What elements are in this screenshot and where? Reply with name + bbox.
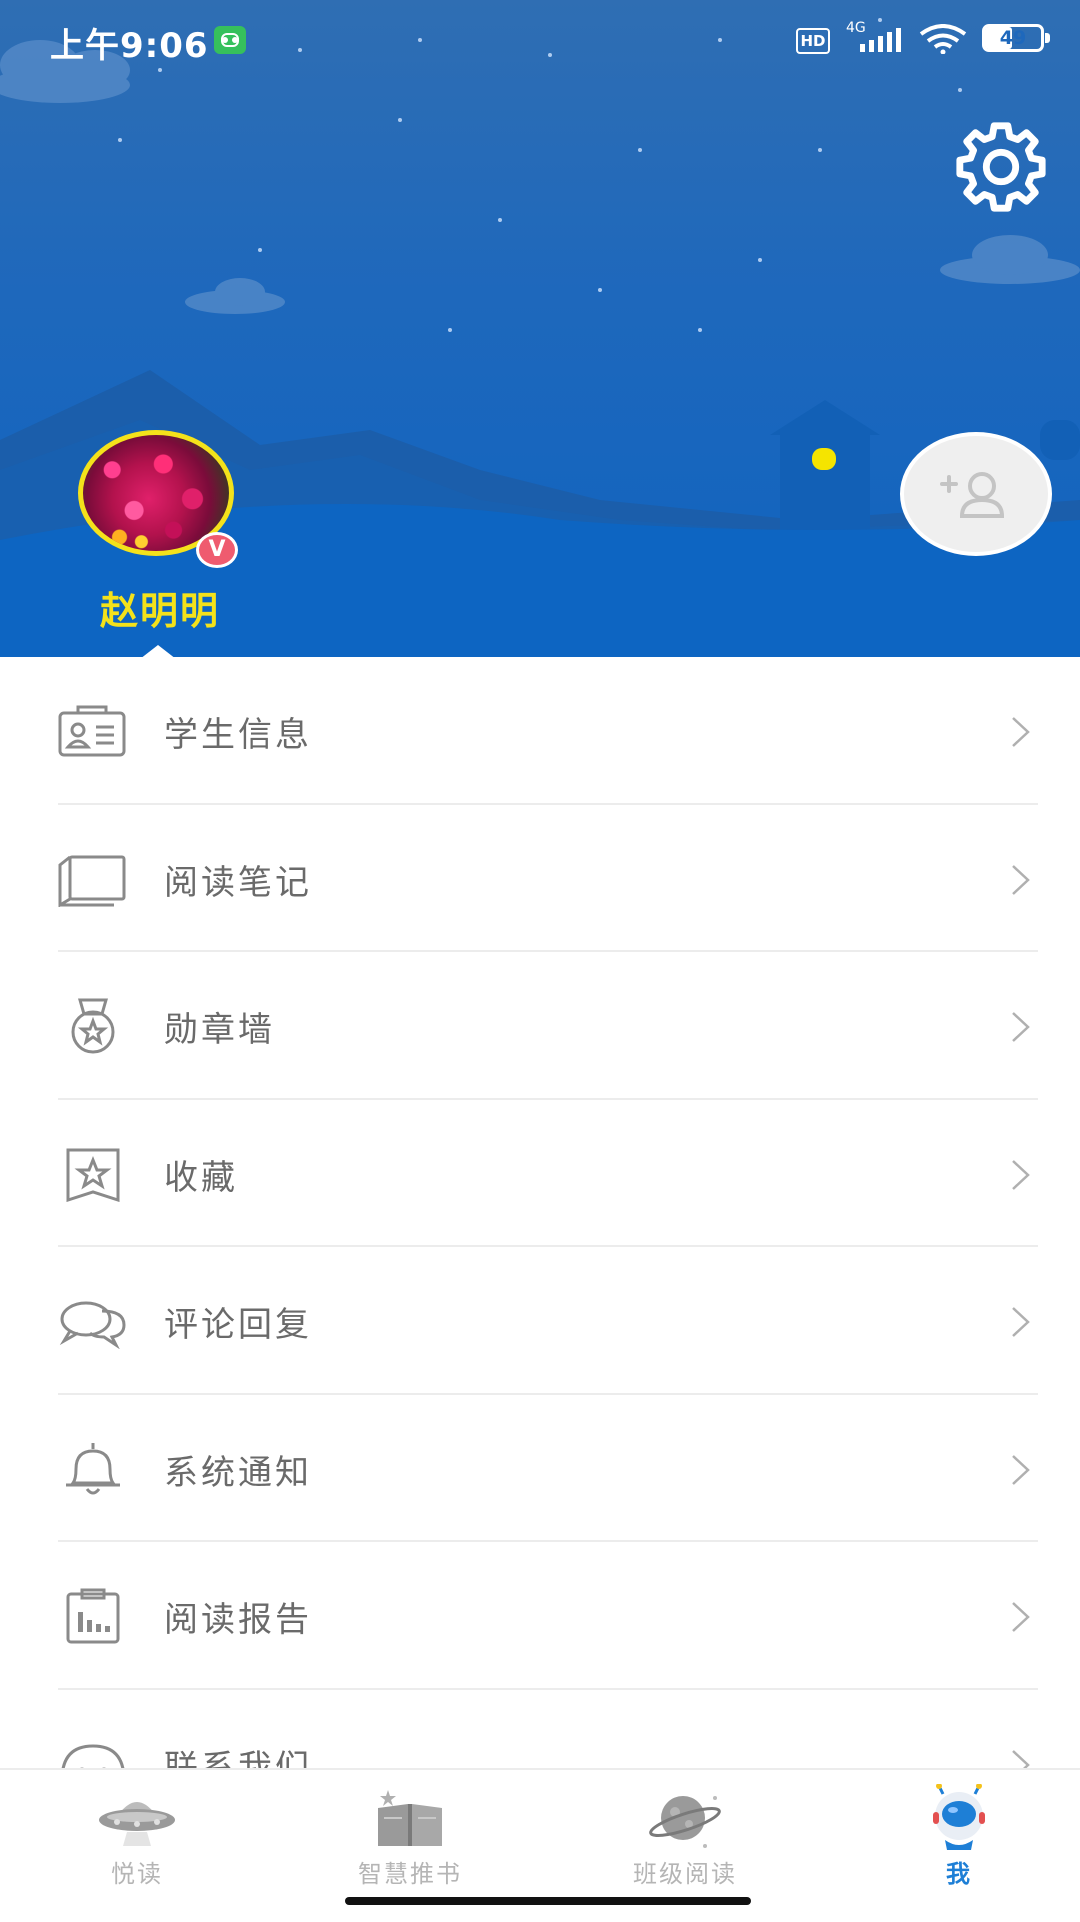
chevron-right-icon <box>1012 864 1030 895</box>
tab-yuedu[interactable]: 悦读 <box>27 1770 247 1920</box>
tab-label: 悦读 <box>111 1860 163 1888</box>
chat-bubbles-icon <box>59 1301 126 1349</box>
menu-label: 勋章墙 <box>164 1010 275 1050</box>
tab-label: 班级阅读 <box>633 1860 737 1888</box>
wifi-icon <box>919 24 967 54</box>
menu-item-reading-report[interactable]: 阅读报告 <box>0 1542 1080 1690</box>
bell-icon <box>66 1442 120 1494</box>
menu-item-student-info[interactable]: 学生信息 <box>0 657 1080 805</box>
medal-icon <box>71 998 115 1054</box>
astronaut-icon <box>933 1784 985 1850</box>
tab-me[interactable]: 我 <box>849 1770 1069 1920</box>
status-bar: 上午9:06 HD 4G 49 <box>0 0 1080 80</box>
menu-item-favorites[interactable]: 收藏 <box>0 1100 1080 1247</box>
add-user-icon <box>940 472 1005 518</box>
menu-label: 学生信息 <box>164 715 312 755</box>
chevron-right-icon <box>1012 1602 1030 1632</box>
battery-icon: 49 <box>982 24 1050 52</box>
menu-label: 阅读报告 <box>164 1600 312 1640</box>
ufo-icon <box>99 1802 175 1846</box>
app-notification-icon <box>214 26 246 54</box>
status-time: 上午9:06 <box>50 26 209 66</box>
menu-label: 评论回复 <box>164 1305 312 1345</box>
id-card-icon <box>58 705 126 757</box>
profile-header: 上午9:06 HD 4G 49 V 赵明明 <box>0 0 1080 657</box>
menu-item-system-notifications[interactable]: 系统通知 <box>0 1395 1080 1542</box>
home-indicator[interactable] <box>345 1897 751 1905</box>
menu-list: 学生信息 阅读笔记 勋章墙 收藏 评论回复 系统通知 阅读报告 <box>0 657 1080 1837</box>
battery-level-text: 49 <box>999 27 1027 49</box>
report-chart-icon <box>66 1588 120 1644</box>
planet-icon <box>649 1796 721 1848</box>
menu-label: 收藏 <box>164 1157 238 1198</box>
settings-gear-icon[interactable] <box>952 118 1050 216</box>
menu-label: 系统通知 <box>164 1452 312 1493</box>
chevron-right-icon <box>1012 1454 1030 1485</box>
menu-item-reading-notes[interactable]: 阅读笔记 <box>0 805 1080 952</box>
chevron-right-icon <box>1012 1307 1030 1337</box>
star-bookmark-icon <box>66 1148 120 1202</box>
vip-badge: V <box>196 532 238 568</box>
open-book-icon <box>378 1790 442 1846</box>
night-scene-background <box>0 18 1080 657</box>
menu-label: 阅读笔记 <box>164 862 312 903</box>
add-friend-button[interactable] <box>900 432 1052 556</box>
menu-item-medal-wall[interactable]: 勋章墙 <box>0 952 1080 1100</box>
user-name: 赵明明 <box>99 589 220 633</box>
chevron-right-icon <box>1012 1012 1030 1042</box>
chevron-right-icon <box>1012 717 1030 747</box>
tab-label: 智慧推书 <box>358 1860 462 1888</box>
signal-strength-icon <box>860 28 901 52</box>
menu-item-comment-replies[interactable]: 评论回复 <box>0 1247 1080 1395</box>
notebook-icon <box>58 855 126 907</box>
chevron-right-icon <box>1012 1159 1030 1190</box>
tab-label: 我 <box>946 1860 972 1888</box>
selection-notch <box>140 645 176 657</box>
hd-badge: HD <box>796 28 830 54</box>
